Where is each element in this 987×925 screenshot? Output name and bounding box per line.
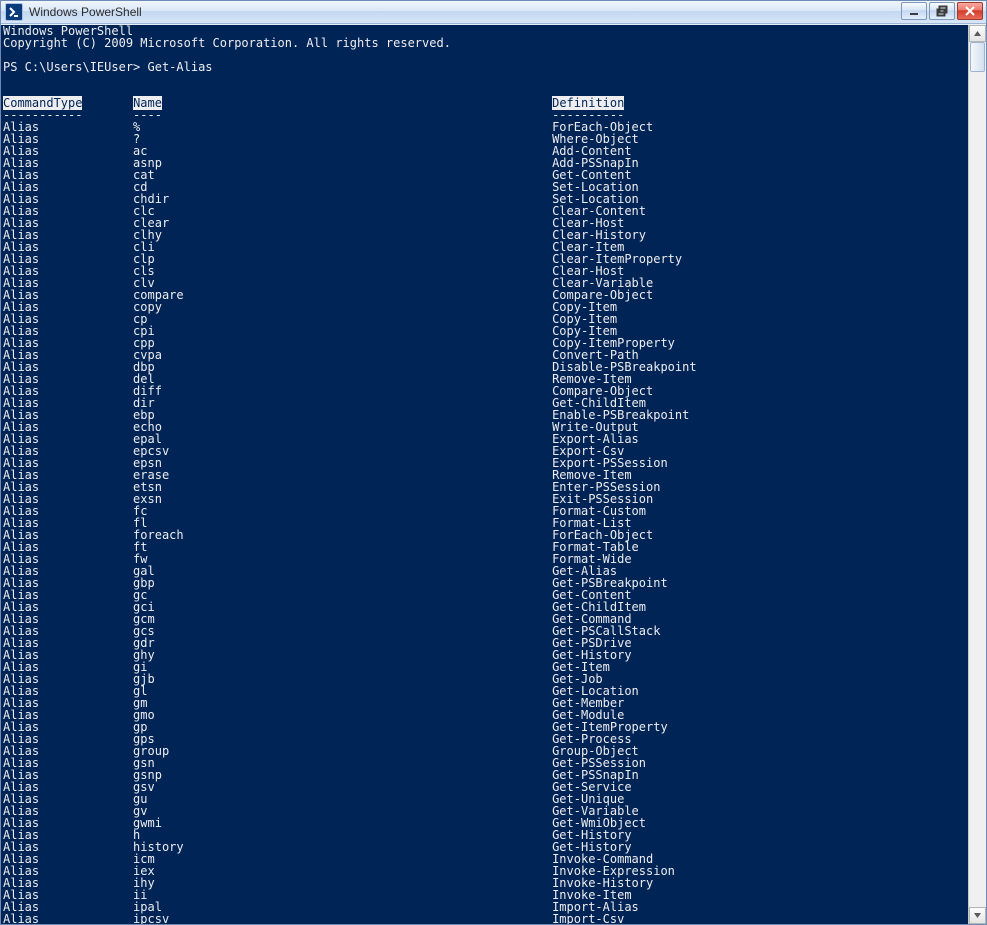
titlebar[interactable]: Windows PowerShell xyxy=(1,1,986,24)
powershell-window: Windows PowerShell Windows PowerShel xyxy=(0,0,987,925)
console-output[interactable]: Windows PowerShell Copyright (C) 2009 Mi… xyxy=(1,25,968,924)
vertical-scrollbar[interactable] xyxy=(968,25,986,924)
window-controls xyxy=(901,2,983,22)
minimize-button[interactable] xyxy=(901,2,927,20)
window-title: Windows PowerShell xyxy=(29,5,142,19)
scroll-down-button[interactable] xyxy=(969,907,986,924)
scroll-track[interactable] xyxy=(969,42,986,907)
powershell-icon xyxy=(5,3,23,21)
scroll-thumb[interactable] xyxy=(970,42,985,72)
client-area: Windows PowerShell Copyright (C) 2009 Mi… xyxy=(1,24,986,924)
close-button[interactable] xyxy=(957,2,983,20)
scroll-up-button[interactable] xyxy=(969,25,986,42)
maximize-button[interactable] xyxy=(929,2,955,20)
